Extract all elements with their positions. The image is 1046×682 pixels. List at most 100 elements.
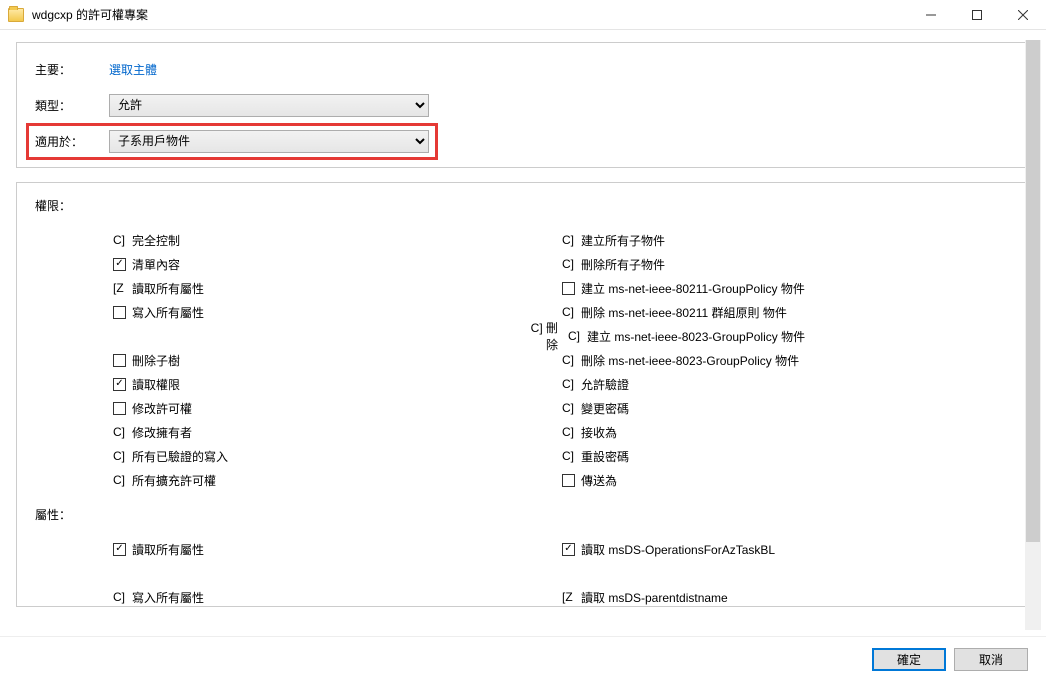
permission-item[interactable]: [Z 讀取 msDS-parentdistname — [562, 585, 1011, 607]
permission-text: 刪除 ms-net-ieee-8023-GroupPolicy 物件 — [581, 352, 799, 369]
window-title: wdgcxp 的許可權專案 — [32, 6, 908, 23]
permission-item[interactable]: C] 所有擴充許可權 — [113, 468, 562, 492]
permission-item[interactable]: C] 建立所有子物件 — [562, 228, 1011, 252]
permission-prefix: C] 刪除 — [529, 319, 562, 353]
permission-text: 建立 ms-net-ieee-8023-GroupPolicy 物件 — [587, 328, 805, 345]
checkbox-icon[interactable] — [113, 378, 126, 391]
ok-button[interactable]: 確定 — [872, 648, 946, 671]
checkbox-state[interactable]: C] — [562, 425, 575, 439]
permission-item[interactable]: C] 刪除所有子物件 — [562, 252, 1011, 276]
permission-item[interactable]: C] 接收為 — [562, 420, 1011, 444]
permission-item[interactable]: C] 刪除C]建立 ms-net-ieee-8023-GroupPolicy 物… — [562, 324, 1011, 348]
cancel-button[interactable]: 取消 — [954, 648, 1028, 671]
checkbox-state[interactable]: [Z — [113, 281, 126, 295]
permission-item[interactable]: C] 所有已驗證的寫入 — [113, 444, 562, 468]
permission-item[interactable]: 讀取所有屬性 — [113, 537, 562, 561]
select-principal-link[interactable]: 選取主體 — [109, 61, 157, 78]
checkbox-icon[interactable] — [113, 543, 126, 556]
checkbox-state[interactable]: C] — [562, 377, 575, 391]
permission-item[interactable]: C] 變更密碼 — [562, 396, 1011, 420]
checkbox-state[interactable]: C] — [562, 257, 575, 271]
permission-text: 讀取 msDS-parentdistname — [581, 589, 728, 606]
permission-item[interactable]: 讀取 msDS-OperationsForAzTaskBL — [562, 537, 1011, 561]
permission-item[interactable]: 傳送為 — [562, 468, 1011, 492]
checkbox-state[interactable]: C] — [562, 305, 575, 319]
permission-item[interactable]: C] 允許驗證 — [562, 372, 1011, 396]
permission-text: 傳送為 — [581, 472, 617, 489]
applies-to-select[interactable]: 子系用戶物件 — [109, 130, 429, 153]
title-bar: wdgcxp 的許可權專案 — [0, 0, 1046, 30]
checkbox-icon[interactable] — [113, 306, 126, 319]
permission-text: 允許驗證 — [581, 376, 629, 393]
header-panel: 主要： 選取主體 類型： 允許 適用於： 子系用戶物件 — [16, 42, 1030, 168]
attributes-label: 屬性： — [35, 506, 1011, 523]
permission-item[interactable]: 刪除子樹 — [113, 348, 562, 372]
permission-item[interactable] — [113, 324, 562, 348]
checkbox-icon[interactable] — [113, 258, 126, 271]
permission-item[interactable]: 修改許可權 — [113, 396, 562, 420]
permission-item[interactable]: 讀取權限 — [113, 372, 562, 396]
type-select[interactable]: 允許 — [109, 94, 429, 117]
permission-item[interactable]: 建立 ms-net-ieee-80211-GroupPolicy 物件 — [562, 276, 1011, 300]
permission-text: 讀取所有屬性 — [132, 541, 204, 558]
permission-text: 讀取所有屬性 — [132, 280, 204, 297]
checkbox-state[interactable]: C] — [113, 590, 126, 604]
permission-item[interactable]: 清單內容 — [113, 252, 562, 276]
permission-item[interactable]: C] 寫入所有屬性 — [113, 585, 562, 607]
permission-text: 刪除所有子物件 — [581, 256, 665, 273]
permission-item[interactable]: C] 刪除 ms-net-ieee-80211 群組原則 物件 — [562, 300, 1011, 324]
permissions-grid: C] 完全控制清單內容 [Z 讀取所有屬性寫入所有屬性刪除子樹讀取權限修改許可權C]修… — [35, 228, 1011, 492]
permission-text: 讀取 msDS-OperationsForAzTaskBL — [581, 541, 775, 558]
checkbox-state[interactable]: C] — [562, 353, 575, 367]
permission-text: 建立 ms-net-ieee-80211-GroupPolicy 物件 — [581, 280, 805, 297]
permission-text: 完全控制 — [132, 232, 180, 249]
checkbox-state[interactable]: C] — [113, 473, 126, 487]
permission-text: 寫入所有屬性 — [132, 589, 204, 606]
checkbox-state[interactable]: C] — [113, 233, 126, 247]
permission-text: 重設密碼 — [581, 448, 629, 465]
permission-text: 清單內容 — [132, 256, 180, 273]
type-label: 類型： — [35, 97, 109, 114]
permission-item[interactable]: 寫入所有屬性 — [113, 300, 562, 324]
checkbox-state[interactable]: C] — [562, 401, 575, 415]
principal-label: 主要： — [35, 61, 109, 78]
permission-text: 寫入所有屬性 — [132, 304, 204, 321]
permission-text: 刪除子樹 — [132, 352, 180, 369]
maximize-button[interactable] — [954, 0, 1000, 30]
checkbox-state[interactable]: C] — [562, 233, 575, 247]
permissions-label: 權限： — [35, 197, 1011, 214]
checkbox-state[interactable]: C] — [113, 449, 126, 463]
permissions-panel: 權限： C] 完全控制清單內容 [Z 讀取所有屬性寫入所有屬性刪除子樹讀取權限修改許可… — [16, 182, 1030, 607]
permission-text: 建立所有子物件 — [581, 232, 665, 249]
permission-text: 所有擴充許可權 — [132, 472, 216, 489]
permission-text: 所有已驗證的寫入 — [132, 448, 228, 465]
vertical-scrollbar[interactable] — [1025, 40, 1041, 630]
permission-item[interactable]: [Z 讀取所有屬性 — [113, 276, 562, 300]
checkbox-icon[interactable] — [562, 282, 575, 295]
permission-item[interactable] — [113, 561, 562, 585]
checkbox-icon[interactable] — [113, 402, 126, 415]
minimize-button[interactable] — [908, 0, 954, 30]
permission-text: 接收為 — [581, 424, 617, 441]
dialog-footer: 確定 取消 — [0, 636, 1046, 682]
checkbox-icon[interactable] — [562, 543, 575, 556]
applies-to-label: 適用於： — [35, 133, 109, 150]
applies-to-highlight: 適用於： 子系用戶物件 — [26, 123, 438, 160]
scrollbar-thumb[interactable] — [1026, 40, 1040, 542]
permission-item[interactable]: C] 完全控制 — [113, 228, 562, 252]
checkbox-state[interactable]: C] — [568, 329, 581, 343]
checkbox-icon[interactable] — [113, 354, 126, 367]
permission-item[interactable]: C] 刪除 ms-net-ieee-8023-GroupPolicy 物件 — [562, 348, 1011, 372]
permission-text: 讀取權限 — [132, 376, 180, 393]
checkbox-state[interactable]: C] — [113, 425, 126, 439]
permission-item[interactable]: C] 重設密碼 — [562, 444, 1011, 468]
checkbox-state[interactable]: [Z — [562, 590, 575, 604]
checkbox-icon[interactable] — [562, 474, 575, 487]
permission-text: 刪除 ms-net-ieee-80211 群組原則 物件 — [581, 304, 787, 321]
attributes-grid: 讀取所有屬性 C] 寫入所有屬性 讀取 msDS-OperationsForAzTa… — [35, 537, 1011, 607]
checkbox-state[interactable]: C] — [562, 449, 575, 463]
close-button[interactable] — [1000, 0, 1046, 30]
permission-text: 變更密碼 — [581, 400, 629, 417]
permission-item[interactable]: C]修改擁有者 — [113, 420, 562, 444]
permission-item[interactable] — [562, 561, 1011, 585]
